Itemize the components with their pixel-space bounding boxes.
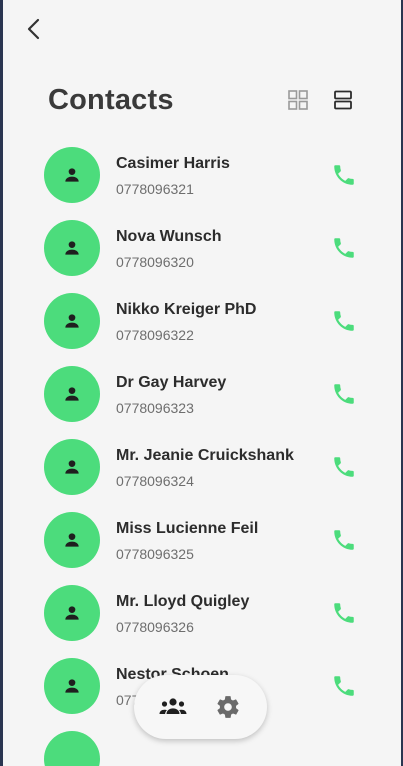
contact-name: Miss Lucienne Feil [116, 520, 259, 537]
call-button[interactable] [331, 162, 357, 188]
avatar [44, 658, 100, 714]
chevron-left-icon [27, 18, 40, 40]
grid-view-button[interactable] [287, 89, 309, 111]
call-button[interactable] [331, 381, 357, 407]
avatar [44, 293, 100, 349]
contact-name: Mr. Jeanie Cruickshank [116, 447, 294, 464]
contact-name: Nikko Kreiger PhD [116, 301, 257, 318]
page-title: Contacts [48, 84, 174, 116]
contact-row[interactable]: Miss Lucienne Feil 0778096325 [3, 505, 401, 578]
call-button[interactable] [331, 235, 357, 261]
contact-phone: 0778096325 [116, 546, 194, 562]
avatar [44, 731, 100, 766]
person-icon [65, 314, 79, 328]
contact-row[interactable]: Nikko Kreiger PhD 0778096322 [3, 286, 401, 359]
contact-phone: 0778096320 [116, 254, 194, 270]
phone-icon [334, 457, 354, 477]
contact-name: Dr Gay Harvey [116, 374, 227, 391]
contact-phone: 0778096324 [116, 473, 194, 489]
phone-icon [334, 530, 354, 550]
contact-row[interactable]: Mr. Jeanie Cruickshank 0778096324 [3, 432, 401, 505]
person-icon [65, 679, 79, 693]
person-icon [65, 533, 79, 547]
person-icon [65, 460, 79, 474]
groups-icon [159, 698, 187, 714]
phone-icon [334, 676, 354, 696]
avatar [44, 585, 100, 641]
settings-gear-icon [217, 696, 239, 718]
contact-phone: 0778096326 [116, 619, 194, 635]
phone-icon [334, 165, 354, 185]
avatar [44, 512, 100, 568]
contact-row[interactable]: Casimer Harris 0778096321 [3, 140, 401, 213]
person-icon [65, 606, 79, 620]
avatar [44, 439, 100, 495]
contacts-screen: Contacts Casimer Harris 0778096321 Nova … [3, 0, 401, 766]
avatar [44, 147, 100, 203]
contact-phone: 0778096323 [116, 400, 194, 416]
contact-row[interactable]: Nova Wunsch 0778096320 [3, 213, 401, 286]
contact-name: Casimer Harris [116, 155, 230, 172]
person-icon [65, 241, 79, 255]
person-icon [65, 168, 79, 182]
nav-contacts-button[interactable] [157, 691, 189, 723]
nav-settings-button[interactable] [212, 691, 244, 723]
call-button[interactable] [331, 308, 357, 334]
contact-row[interactable]: Dr Gay Harvey 0778096323 [3, 359, 401, 432]
call-button[interactable] [331, 454, 357, 480]
call-button[interactable] [331, 673, 357, 699]
phone-icon [334, 238, 354, 258]
contact-phone: 0778096322 [116, 327, 194, 343]
phone-icon [334, 384, 354, 404]
contact-phone: 0778096321 [116, 181, 194, 197]
phone-icon [334, 603, 354, 623]
back-button[interactable] [19, 14, 49, 44]
call-button[interactable] [331, 600, 357, 626]
avatar [44, 366, 100, 422]
contact-list: Casimer Harris 0778096321 Nova Wunsch 07… [3, 140, 401, 766]
list-view-button[interactable] [332, 89, 354, 111]
contact-name: Nova Wunsch [116, 228, 222, 245]
call-button[interactable] [331, 527, 357, 553]
grid-view-icon [288, 90, 308, 110]
avatar [44, 220, 100, 276]
bottom-nav-bar [134, 675, 267, 739]
list-view-icon [334, 90, 352, 110]
contact-name: Mr. Lloyd Quigley [116, 593, 250, 610]
phone-icon [334, 311, 354, 331]
contact-row[interactable]: Mr. Lloyd Quigley 0778096326 [3, 578, 401, 651]
person-icon [65, 387, 79, 401]
